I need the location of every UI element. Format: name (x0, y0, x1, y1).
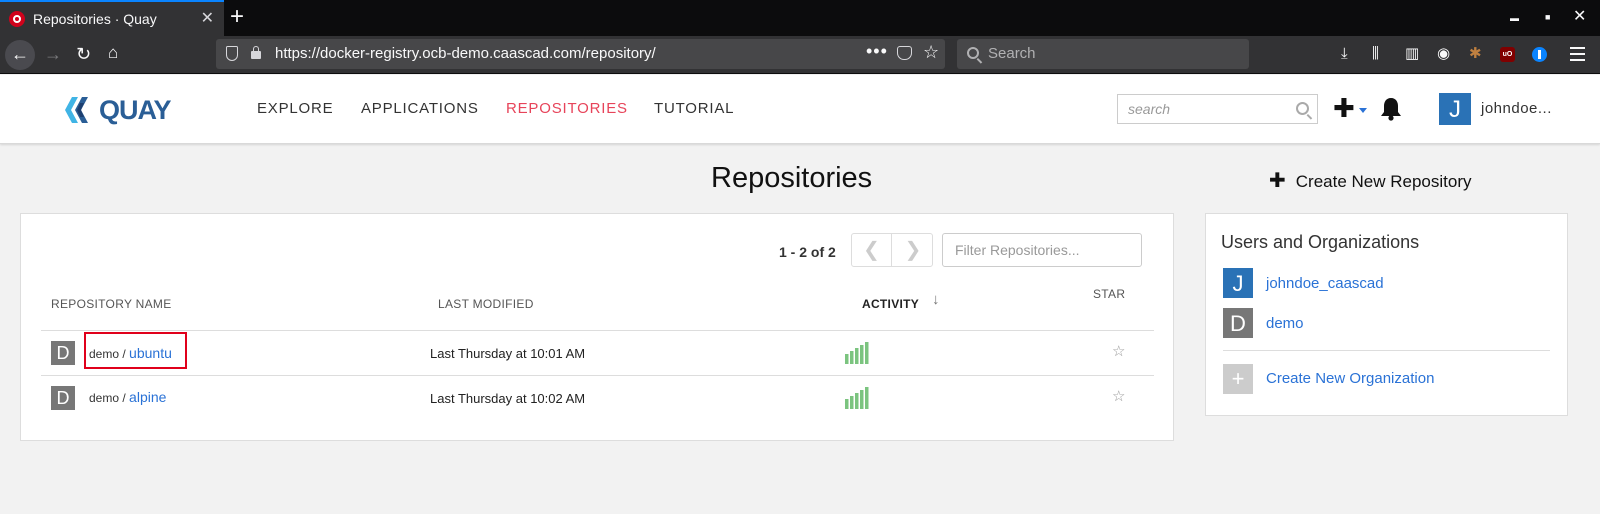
notifications-bell-icon[interactable] (1380, 97, 1402, 121)
repositories-panel: 1 - 2 of 2 ❮ ❯ REPOSITORY NAME LAST MODI… (20, 213, 1174, 441)
search-icon[interactable] (1296, 102, 1309, 115)
sort-descending-icon[interactable]: ↓ (932, 291, 940, 308)
org-avatar: J (1223, 268, 1253, 298)
new-tab-button[interactable]: + (230, 3, 244, 31)
bookmark-star-icon[interactable]: ☆ (923, 42, 939, 63)
library-icon[interactable]: ⫼ (1372, 45, 1379, 63)
column-header-activity[interactable]: ACTIVITY (862, 297, 919, 311)
table-row: D demo / alpine Last Thursday at 10:02 A… (41, 376, 1154, 420)
extension-icon[interactable]: ✱ (1469, 45, 1482, 63)
create-repository-link[interactable]: ✚ Create New Repository (1269, 168, 1472, 193)
forward-arrow-icon[interactable]: → (44, 44, 62, 64)
pocket-icon[interactable] (897, 46, 912, 60)
repository-namespace: demo (89, 391, 120, 405)
namespace-avatar: D (51, 386, 75, 410)
add-organization-icon[interactable]: + (1223, 364, 1253, 394)
header-search-input[interactable] (1118, 95, 1288, 123)
browser-toolbar: ← → ↻ ⌂ https://docker-registry.ocb-demo… (0, 36, 1600, 74)
tracking-shield-icon[interactable] (226, 46, 238, 61)
repository-separator: / (119, 391, 130, 405)
url-text[interactable]: https://docker-registry.ocb-demo.caascad… (275, 45, 656, 62)
activity-bars-icon (845, 342, 869, 364)
account-icon[interactable]: ◉ (1437, 45, 1450, 63)
users-organizations-panel: Users and Organizations J johndoe_caasca… (1205, 213, 1568, 416)
org-link-demo[interactable]: demo (1266, 315, 1304, 332)
password-manager-icon[interactable] (1532, 47, 1547, 62)
username-menu[interactable]: johndoe... (1481, 100, 1552, 117)
users-organizations-title: Users and Organizations (1221, 232, 1420, 252)
header-search[interactable] (1117, 94, 1318, 124)
ublock-icon[interactable]: uO (1500, 47, 1515, 62)
last-modified: Last Thursday at 10:02 AM (430, 391, 586, 406)
tab-title: Repositories · Quay (33, 11, 157, 27)
star-icon[interactable]: ☆ (1112, 387, 1125, 405)
create-organization-link[interactable]: Create New Organization (1266, 370, 1434, 387)
user-avatar[interactable]: J (1439, 93, 1471, 125)
search-icon (967, 47, 979, 59)
nav-repositories[interactable]: REPOSITORIES (506, 100, 628, 117)
table-row: D demo / ubuntu Last Thursday at 10:01 A… (41, 331, 1154, 375)
browser-search-placeholder: Search (988, 45, 1036, 62)
sidebar-icon[interactable]: ▥ (1405, 45, 1419, 63)
column-header-repository-name[interactable]: REPOSITORY NAME (51, 297, 172, 311)
browser-tab-bar: Repositories · Quay ✕ + ▬ ■ ✕ (0, 0, 1600, 36)
filter-repositories-input[interactable] (942, 233, 1142, 267)
download-icon[interactable]: ⤓ (1341, 45, 1348, 63)
maximize-icon[interactable]: ■ (1545, 8, 1550, 26)
quay-header: QUAY EXPLORE APPLICATIONS REPOSITORIES T… (0, 75, 1600, 144)
quay-logo-text: QUAY (99, 95, 172, 125)
browser-tab[interactable]: Repositories · Quay ✕ (0, 0, 224, 36)
reload-icon[interactable]: ↻ (76, 43, 91, 65)
close-tab-icon[interactable]: ✕ (201, 10, 214, 28)
back-arrow-icon[interactable]: ← (5, 40, 35, 70)
lock-icon[interactable] (251, 46, 261, 59)
nav-tutorial[interactable]: TUTORIAL (654, 100, 734, 117)
org-avatar: D (1223, 308, 1253, 338)
chevron-down-icon[interactable] (1359, 108, 1367, 113)
url-bar[interactable]: https://docker-registry.ocb-demo.caascad… (216, 39, 945, 69)
nav-explore[interactable]: EXPLORE (257, 100, 333, 117)
selection-highlight-box (84, 332, 187, 369)
browser-search-bar[interactable]: Search (957, 39, 1249, 69)
hamburger-menu-icon[interactable] (1570, 47, 1585, 61)
repository-name[interactable]: alpine (129, 389, 166, 405)
activity-bars-icon (845, 387, 869, 409)
column-header-star[interactable]: STAR (1093, 287, 1125, 301)
org-divider (1223, 350, 1550, 351)
org-link-johndoe[interactable]: johndoe_caascad (1266, 275, 1384, 292)
minimize-icon[interactable]: ▬ (1510, 9, 1519, 27)
last-modified: Last Thursday at 10:01 AM (430, 346, 586, 361)
create-plus-button[interactable]: ✚ (1333, 95, 1355, 121)
pagination-buttons: ❮ ❯ (851, 233, 933, 267)
quay-logo-mark-icon (65, 97, 88, 123)
page-actions-icon[interactable]: ••• (866, 41, 888, 62)
nav-applications[interactable]: APPLICATIONS (361, 100, 479, 117)
namespace-avatar: D (51, 341, 75, 365)
create-repository-label: Create New Repository (1295, 172, 1472, 191)
home-icon[interactable]: ⌂ (108, 42, 118, 64)
quay-logo[interactable]: QUAY (64, 95, 184, 125)
quay-favicon-icon (9, 11, 25, 27)
next-page-button[interactable]: ❯ (893, 234, 933, 266)
previous-page-button[interactable]: ❮ (852, 234, 892, 266)
close-window-icon[interactable]: ✕ (1573, 8, 1586, 26)
page-title: Repositories (711, 162, 873, 194)
pagination-count: 1 - 2 of 2 (779, 244, 836, 260)
star-icon[interactable]: ☆ (1112, 342, 1125, 360)
column-header-last-modified[interactable]: LAST MODIFIED (438, 297, 534, 311)
plus-icon: ✚ (1269, 170, 1286, 192)
repository-link[interactable]: demo / alpine (89, 389, 166, 405)
